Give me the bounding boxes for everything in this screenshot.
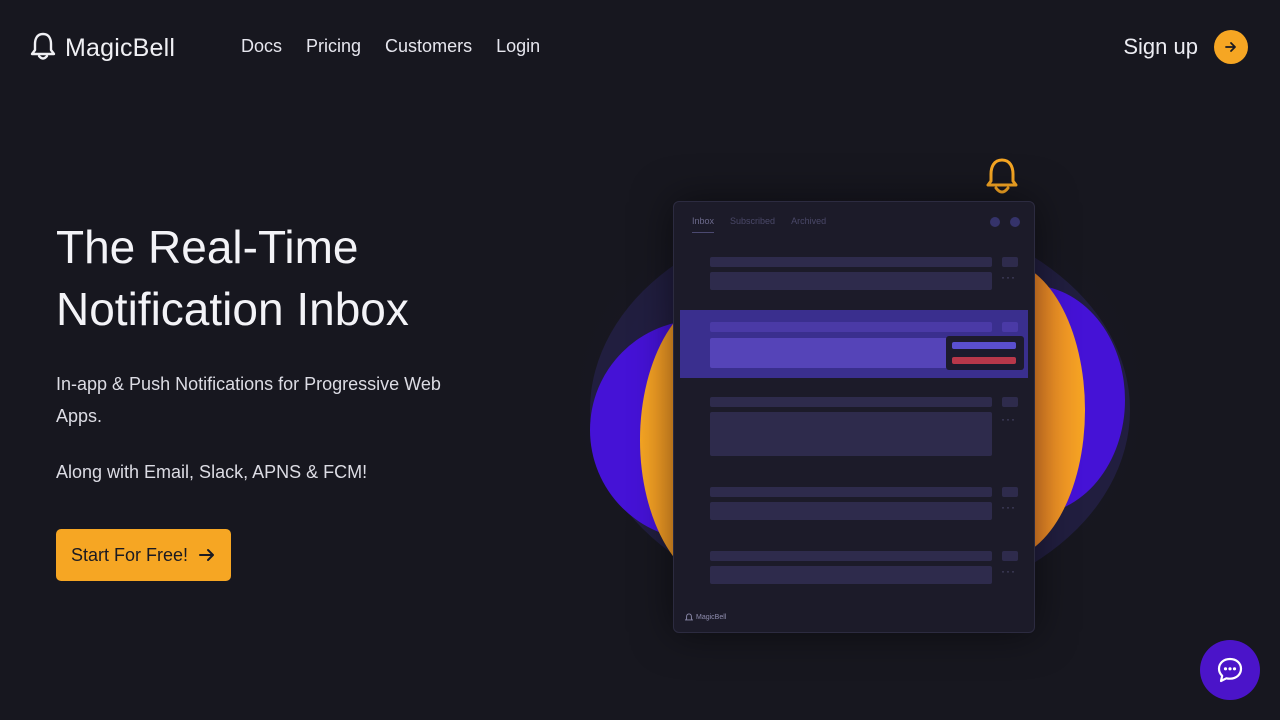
- hero-title-line2: Notification Inbox: [56, 283, 409, 335]
- settings-icon[interactable]: [1010, 217, 1020, 227]
- nav-link-customers[interactable]: Customers: [385, 36, 472, 57]
- arrow-right-icon: [199, 549, 215, 561]
- notification-item[interactable]: ···: [674, 482, 1034, 532]
- notification-context-menu: [946, 336, 1024, 370]
- menu-item-delete[interactable]: [952, 357, 1016, 364]
- chat-icon: [1217, 657, 1243, 683]
- mark-all-read-icon[interactable]: [990, 217, 1000, 227]
- tab-inbox[interactable]: Inbox: [692, 216, 715, 233]
- arrow-right-icon: [1214, 30, 1248, 64]
- more-options-icon[interactable]: ···: [1001, 412, 1016, 426]
- notification-item[interactable]: ···: [674, 252, 1034, 302]
- hero-subtitle: In-app & Push Notifications for Progress…: [56, 374, 441, 426]
- top-nav: MagicBell Docs Pricing Customers Login S…: [0, 0, 1280, 96]
- inbox-actions: [990, 217, 1020, 227]
- bell-icon: [685, 613, 693, 621]
- chat-launcher-button[interactable]: [1200, 640, 1260, 700]
- hero-subtitle-channels: Along with Email, Slack, APNS & FCM!: [56, 462, 368, 482]
- hero-title-line1: The Real-Time: [56, 221, 359, 273]
- signup-button[interactable]: Sign up: [1123, 30, 1248, 64]
- brand-name: MagicBell: [65, 34, 176, 62]
- nav-link-login[interactable]: Login: [496, 36, 540, 57]
- inbox-footer: MagicBell: [685, 613, 726, 622]
- nav-link-pricing[interactable]: Pricing: [306, 36, 361, 57]
- notification-item-selected[interactable]: [680, 310, 1028, 378]
- nav-link-docs[interactable]: Docs: [241, 36, 282, 57]
- menu-item-mark-read[interactable]: [952, 342, 1016, 349]
- start-free-button[interactable]: Start For Free!: [56, 529, 231, 581]
- brand-logo[interactable]: MagicBell: [30, 31, 175, 66]
- floating-bell-icon: [986, 158, 1018, 194]
- more-options-icon[interactable]: ···: [1001, 500, 1016, 514]
- inbox-footer-brand: MagicBell: [696, 614, 727, 621]
- more-options-icon[interactable]: ···: [1001, 270, 1016, 284]
- notification-item[interactable]: ···: [674, 392, 1034, 462]
- tab-subscribed[interactable]: Subscribed: [730, 216, 775, 233]
- inbox-tabs: Inbox Subscribed Archived: [692, 216, 826, 233]
- start-free-label: Start For Free!: [70, 544, 189, 565]
- notification-item[interactable]: ···: [674, 546, 1034, 596]
- more-options-icon[interactable]: ···: [1001, 564, 1016, 578]
- hero-title: The Real-Time Notification Inbox: [56, 216, 496, 340]
- signup-label: Sign up: [1123, 34, 1198, 59]
- tab-archived[interactable]: Archived: [791, 216, 826, 233]
- bell-icon: [30, 31, 56, 66]
- nav-links: Docs Pricing Customers Login: [241, 36, 540, 57]
- inbox-preview-panel: Inbox Subscribed Archived ··· ··· ··· ··…: [673, 201, 1035, 633]
